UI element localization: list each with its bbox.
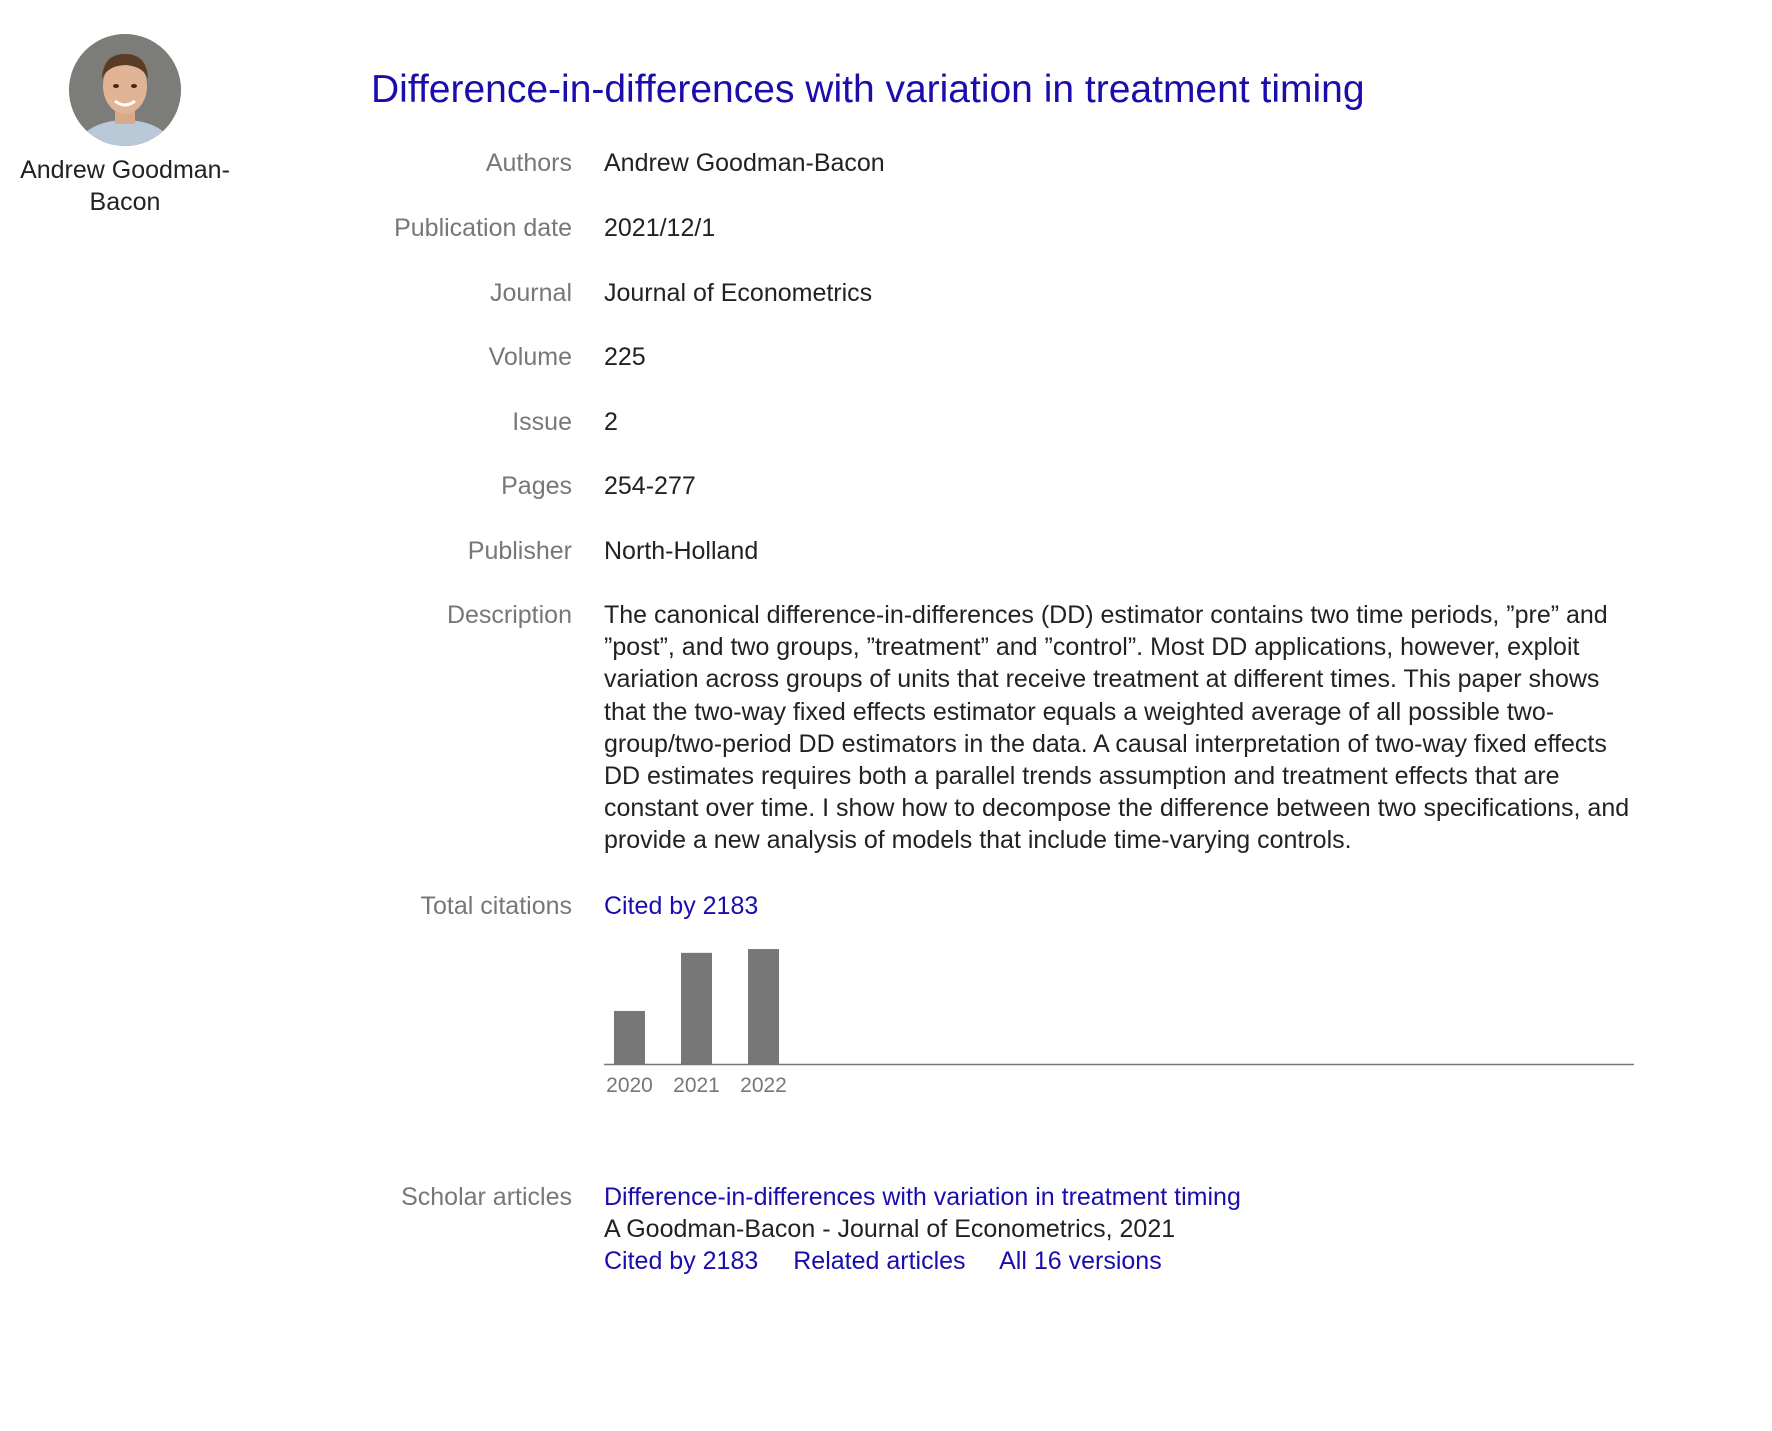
field-value-authors: Andrew Goodman-Bacon: [604, 149, 885, 177]
field-value-pages: 254-277: [604, 472, 696, 500]
citations-chart: 2020 2021 2022: [604, 930, 1634, 1097]
field-label-journal: Journal: [490, 279, 572, 307]
year-tick-label-2020: 2020: [606, 1074, 653, 1097]
person-photo-icon: [69, 34, 181, 146]
scholar-byline: A Goodman-Bacon - Journal of Econometric…: [604, 1215, 1176, 1243]
field-value-pubdate: 2021/12/1: [604, 214, 716, 242]
field-label-scholar: Scholar articles: [401, 1183, 572, 1211]
scholar-links: Cited by 2183 Related articles All 16 ve…: [604, 1245, 1644, 1277]
scholar-article-link[interactable]: Difference-in-differences with variation…: [604, 1183, 1241, 1211]
field-value-scholar: Difference-in-differences with variation…: [604, 1181, 1644, 1277]
field-label-description: Description: [446, 601, 572, 629]
author-name[interactable]: Andrew Goodman-Bacon: [0, 154, 250, 218]
page-title[interactable]: Difference-in-differences with variation…: [371, 64, 1365, 116]
field-label-pages: Pages: [501, 472, 572, 500]
cited-by-link[interactable]: Cited by 2183: [604, 892, 758, 920]
field-label-authors: Authors: [485, 149, 572, 177]
all-versions-link[interactable]: All 16 versions: [999, 1247, 1162, 1275]
scholar-cited-by-link[interactable]: Cited by 2183: [604, 1247, 758, 1275]
citation-bar-2022[interactable]: [748, 949, 779, 1064]
citation-bar-2021[interactable]: [681, 952, 712, 1064]
year-tick-label-2022: 2022: [740, 1074, 787, 1097]
field-value-citations: Cited by 2183: [604, 890, 1644, 922]
citation-bar-2020[interactable]: [614, 1010, 645, 1064]
field-value-description: The canonical difference-in-differences …: [604, 601, 1630, 855]
field-value-publisher: North-Holland: [604, 537, 759, 565]
author-card: Andrew Goodman-Bacon: [0, 34, 250, 218]
related-articles-link[interactable]: Related articles: [793, 1247, 965, 1275]
field-value-volume: 225: [604, 343, 646, 371]
field-label-publisher: Publisher: [467, 537, 572, 565]
avatar[interactable]: [69, 34, 181, 146]
field-label-citations: Total citations: [420, 892, 572, 920]
year-tick-label-2021: 2021: [673, 1074, 720, 1097]
citations-chart-svg: 2020 2021 2022: [604, 949, 1634, 1097]
field-label-volume: Volume: [488, 343, 572, 371]
field-value-journal: Journal of Econometrics: [604, 279, 873, 307]
field-label-issue: Issue: [512, 408, 572, 436]
field-label-pubdate: Publication date: [394, 214, 572, 242]
field-value-issue: 2: [604, 408, 618, 436]
